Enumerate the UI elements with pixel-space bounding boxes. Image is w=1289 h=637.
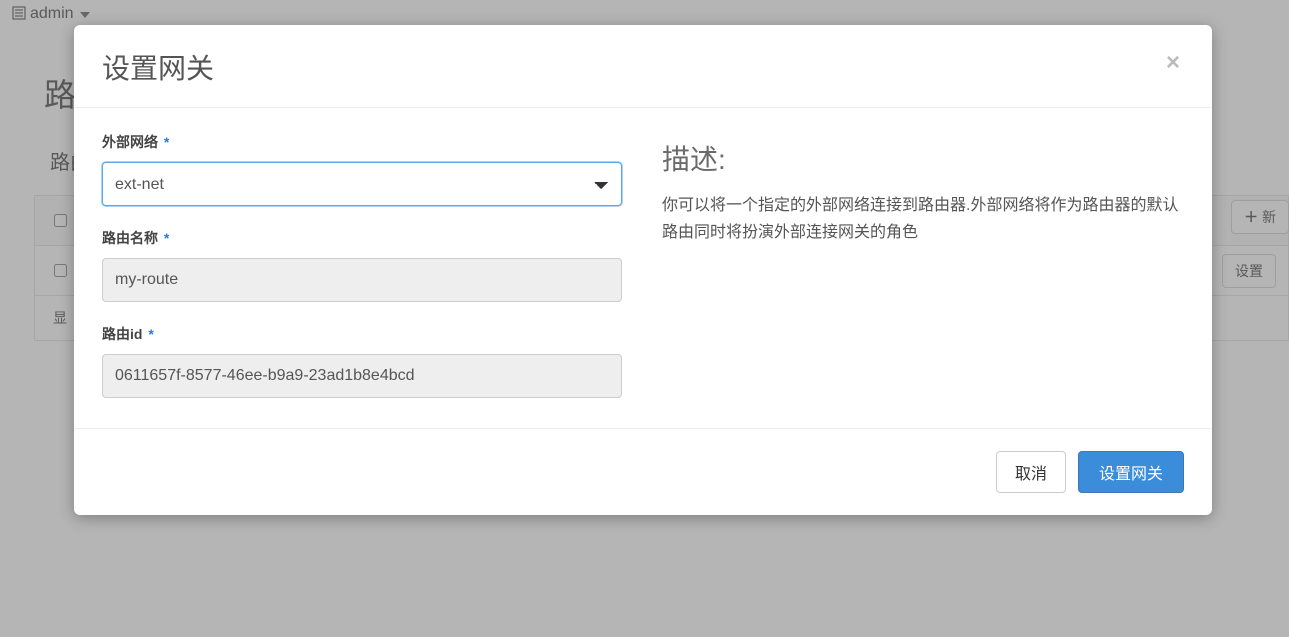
label-text: 路由id	[102, 326, 142, 342]
router-name-label: 路由名称 *	[102, 228, 622, 248]
router-name-field	[102, 258, 622, 302]
submit-button[interactable]: 设置网关	[1078, 451, 1184, 493]
modal-header: 设置网关 ×	[74, 25, 1212, 108]
set-gateway-modal: 设置网关 × 外部网络 * ext-net 路由名称 *	[74, 25, 1212, 515]
close-icon[interactable]: ×	[1162, 47, 1184, 79]
router-id-label: 路由id *	[102, 324, 622, 344]
required-marker: *	[148, 326, 153, 342]
required-marker: *	[164, 230, 169, 246]
description-heading: 描述:	[662, 138, 1184, 178]
external-network-select[interactable]: ext-net	[102, 162, 622, 206]
required-marker: *	[164, 134, 169, 150]
description-text: 你可以将一个指定的外部网络连接到路由器.外部网络将作为路由器的默认路由同时将扮演…	[662, 192, 1184, 246]
router-id-field	[102, 354, 622, 398]
modal-title: 设置网关	[102, 47, 1162, 87]
cancel-button[interactable]: 取消	[996, 451, 1066, 493]
label-text: 路由名称	[102, 230, 158, 246]
label-text: 外部网络	[102, 134, 158, 150]
cancel-label: 取消	[1015, 466, 1047, 483]
submit-label: 设置网关	[1099, 466, 1163, 483]
external-network-label: 外部网络 *	[102, 132, 622, 152]
